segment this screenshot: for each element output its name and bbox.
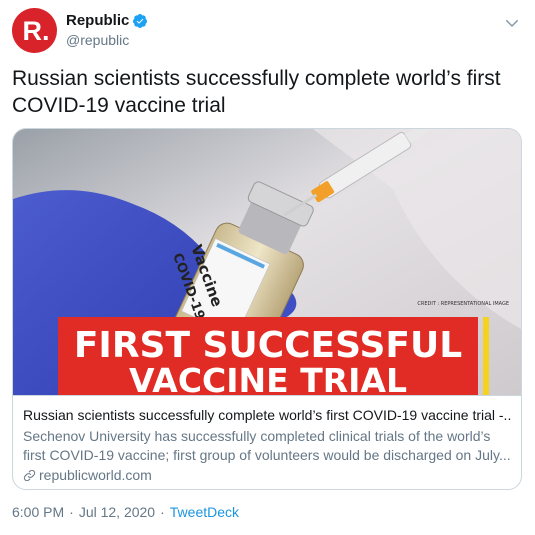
- avatar-logo-text: R.: [22, 15, 50, 46]
- link-preview-card[interactable]: Vaccine COVID-19 CREDIT : REPRESENTATION…: [12, 128, 522, 490]
- display-name[interactable]: Republic: [66, 12, 129, 29]
- footer-separator-2: ·: [160, 504, 165, 520]
- tweet-source-link[interactable]: TweetDeck: [170, 504, 239, 520]
- vaccine-vial-image: Vaccine COVID-19 CREDIT : REPRESENTATION…: [13, 129, 521, 395]
- avatar[interactable]: R.: [12, 8, 57, 53]
- banner-line2: VACCINE TRIAL: [129, 361, 407, 395]
- footer-separator: ·: [69, 504, 74, 520]
- banner-line1: FIRST SUCCESSFUL: [74, 325, 462, 366]
- tweet-time[interactable]: 6:00 PM: [12, 504, 64, 520]
- card-description: Sechenov University has successfully com…: [23, 428, 511, 463]
- tweet-header: R. Republic @republic: [12, 8, 523, 54]
- card-body[interactable]: Russian scientists successfully complete…: [13, 395, 521, 489]
- tweet-footer: 6:00 PM · Jul 12, 2020 · TweetDeck: [12, 504, 239, 520]
- link-icon: [23, 469, 36, 481]
- image-credit: CREDIT : REPRESENTATIONAL IMAGE: [417, 301, 509, 307]
- card-domain: republicworld.com: [39, 467, 152, 483]
- card-domain-row: republicworld.com: [23, 467, 152, 483]
- card-title: Russian scientists successfully complete…: [23, 407, 511, 423]
- chevron-down-icon[interactable]: [503, 14, 521, 32]
- tweet-text: Russian scientists successfully complete…: [12, 67, 501, 117]
- verified-badge-icon: [133, 13, 148, 28]
- tweet-date[interactable]: Jul 12, 2020: [79, 504, 155, 520]
- card-image[interactable]: Vaccine COVID-19 CREDIT : REPRESENTATION…: [13, 129, 521, 395]
- name-row: Republic: [66, 12, 148, 29]
- account-handle[interactable]: @republic: [66, 32, 129, 48]
